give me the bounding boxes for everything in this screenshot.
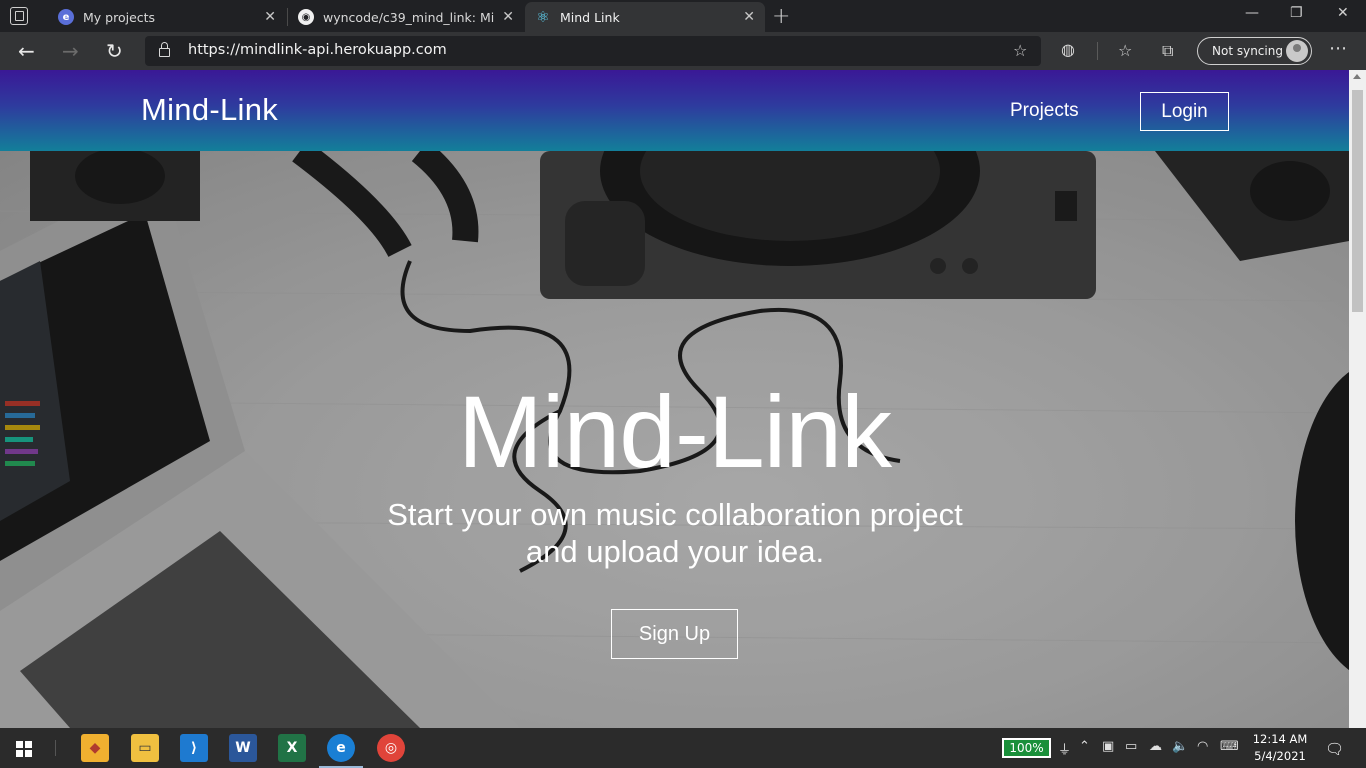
- onedrive-cloud-icon[interactable]: ☁: [1149, 739, 1162, 754]
- toolbar-divider: [1097, 42, 1098, 60]
- windows-start-icon[interactable]: [16, 741, 32, 757]
- projects-link[interactable]: Projects: [1010, 100, 1079, 122]
- extension-icon[interactable]: ◍: [1061, 40, 1075, 59]
- meet-now-icon[interactable]: ▣: [1102, 739, 1114, 754]
- new-tab-button[interactable]: +: [772, 4, 790, 29]
- tab-mind-link[interactable]: ⚛ Mind Link ✕: [525, 2, 765, 32]
- collections-icon[interactable]: ⧉: [1162, 41, 1173, 61]
- add-favorite-icon[interactable]: ☆: [1013, 41, 1027, 60]
- edge-icon[interactable]: e: [319, 734, 363, 768]
- login-button[interactable]: Login: [1140, 92, 1229, 131]
- vscode-icon[interactable]: ⟩: [180, 734, 208, 762]
- battery-indicator[interactable]: 100%: [1002, 738, 1051, 758]
- clock-date: 5/4/2021: [1254, 749, 1306, 763]
- workspaces-icon[interactable]: [10, 7, 28, 25]
- hero-title: Mind-Link: [457, 375, 892, 489]
- hero-section: Mind-Link Start your own music collabora…: [0, 151, 1349, 728]
- power-plug-icon[interactable]: ⏚: [1058, 739, 1071, 758]
- address-toolbar: ← → ↻ https://mindlink-api.herokuapp.com…: [0, 32, 1366, 70]
- scroll-up-icon[interactable]: [1353, 74, 1361, 79]
- minimize-icon[interactable]: —: [1245, 5, 1259, 21]
- back-arrow-icon[interactable]: ←: [18, 39, 35, 63]
- forward-arrow-icon[interactable]: →: [62, 39, 79, 63]
- url-text[interactable]: https://mindlink-api.herokuapp.com: [188, 42, 447, 58]
- close-window-icon[interactable]: ✕: [1337, 5, 1349, 21]
- tab-bar: e My projects ✕ ◉ wyncode/c39_mind_link:…: [0, 0, 1366, 32]
- tab-github[interactable]: ◉ wyncode/c39_mind_link: Mind-Li ✕: [288, 2, 524, 32]
- lock-icon[interactable]: [159, 42, 170, 57]
- keyboard-icon[interactable]: ⌨: [1220, 739, 1239, 754]
- wifi-icon[interactable]: ◠: [1197, 739, 1208, 754]
- favorites-icon[interactable]: ☆: [1118, 41, 1132, 60]
- close-tab-icon[interactable]: ✕: [743, 9, 755, 25]
- page-viewport: Mind-Link Projects Login Mind-Link Start…: [0, 70, 1349, 728]
- react-icon: ⚛: [536, 8, 550, 26]
- clock-time: 12:14 AM: [1252, 732, 1308, 746]
- close-tab-icon[interactable]: ✕: [502, 9, 514, 25]
- git-kraken-icon[interactable]: ◆: [81, 734, 109, 762]
- tab-title: Mind Link: [560, 9, 620, 25]
- hero-subtitle: Start your own music collaboration proje…: [330, 496, 1020, 570]
- chrome-icon[interactable]: ◎: [377, 734, 405, 762]
- vertical-scrollbar[interactable]: [1349, 70, 1366, 728]
- word-icon[interactable]: W: [229, 734, 257, 762]
- close-tab-icon[interactable]: ✕: [264, 9, 276, 25]
- file-explorer-icon[interactable]: ▭: [131, 734, 159, 762]
- sync-status-label: Not syncing: [1212, 44, 1283, 58]
- site-navbar: Mind-Link Projects Login: [0, 70, 1349, 151]
- more-menu-icon[interactable]: ⋯: [1329, 38, 1347, 59]
- scrollbar-thumb[interactable]: [1352, 90, 1363, 312]
- tab-title: wyncode/c39_mind_link: Mind-Li: [323, 9, 495, 25]
- avatar: [1286, 40, 1308, 62]
- show-hidden-icons-icon[interactable]: ⌃: [1079, 739, 1090, 754]
- hero-subtitle-line: Start your own music collaboration proje…: [387, 497, 963, 532]
- site-brand[interactable]: Mind-Link: [141, 92, 278, 128]
- battery-icon[interactable]: ▭: [1125, 739, 1137, 754]
- github-icon: ◉: [298, 9, 314, 25]
- restore-icon[interactable]: ❐: [1290, 5, 1303, 21]
- windows-taskbar: ◆ ▭ ⟩ W X e ◎ 100% ⏚ ⌃ ▣ ▭ ☁ 🔈 ◠ ⌨ 12:14…: [0, 728, 1366, 768]
- sign-up-button[interactable]: Sign Up: [611, 609, 738, 659]
- notifications-icon[interactable]: 🗨: [1325, 740, 1344, 758]
- profile-button[interactable]: Not syncing: [1197, 37, 1312, 65]
- address-bar[interactable]: https://mindlink-api.herokuapp.com ☆: [145, 36, 1041, 66]
- refresh-icon[interactable]: ↻: [106, 39, 123, 63]
- tab-title: My projects: [83, 9, 156, 25]
- volume-icon[interactable]: 🔈: [1172, 739, 1188, 754]
- excel-icon[interactable]: X: [278, 734, 306, 762]
- tab-my-projects[interactable]: e My projects ✕: [48, 2, 286, 32]
- taskbar-divider: [55, 740, 56, 756]
- taskbar-clock[interactable]: 12:14 AM 5/4/2021: [1250, 731, 1310, 765]
- hero-subtitle-line: and upload your idea.: [525, 534, 825, 569]
- my-projects-favicon: e: [58, 9, 74, 25]
